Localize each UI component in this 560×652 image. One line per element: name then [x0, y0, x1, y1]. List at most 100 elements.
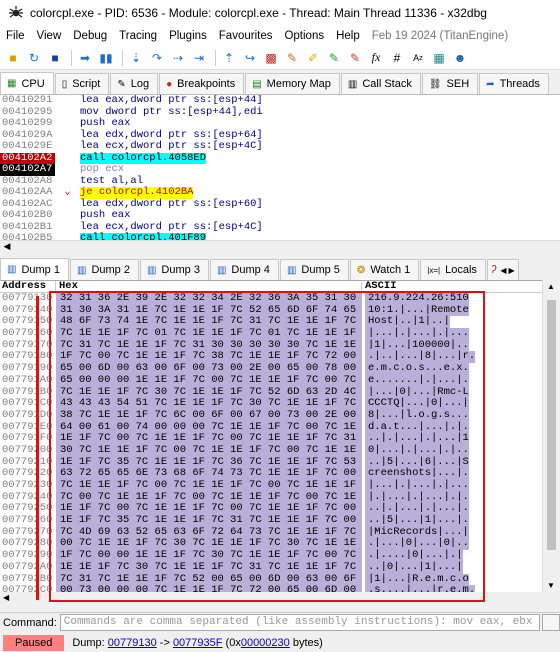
settings-icon[interactable]: ☻	[451, 49, 469, 67]
dump-vertical-scrollbar[interactable]: ▲ ▼	[542, 280, 560, 592]
scylla-icon[interactable]: ▩	[262, 49, 280, 67]
dump-row[interactable]: 00779230 7C 1E 1E 1F 7C 00 7C 1E 1E 1F 7C…	[0, 479, 542, 492]
tab-scroll-arrows[interactable]: ʔ ◀ ▶	[486, 259, 519, 280]
tab-memory-map[interactable]: ▤ Memory Map	[245, 73, 340, 94]
status-bar: Paused Dump: 00779130 -> 0077935F (0x000…	[0, 634, 560, 652]
tab-call-stack[interactable]: ▥ Call Stack	[340, 73, 421, 94]
disasm-row[interactable]: 0041029E lea ecx,dword ptr ss:[esp+4C]	[0, 140, 560, 153]
locals-icon: |x=|	[427, 265, 441, 275]
trace-over-icon[interactable]: ⇥	[190, 49, 208, 67]
dump-tab-bar: ▥ Dump 1 ▥ Dump 2 ▥ Dump 3 ▥ Dump 4 ▥ Dump 5 …	[0, 258, 560, 280]
dump-row[interactable]: 007791D0 38 7C 1E 1E 1F 7C 6C 00 6F 00 67…	[0, 409, 542, 422]
scroll-left-icon[interactable]: ◀	[0, 241, 14, 252]
tab-script[interactable]: ▯ Script	[54, 73, 110, 94]
open-icon[interactable]: ■	[4, 49, 22, 67]
tab-breakpoints[interactable]: ● Breakpoints	[159, 73, 245, 94]
execute-till-return-icon[interactable]: ⇡	[220, 49, 238, 67]
trace-into-icon[interactable]: ⇢	[169, 49, 187, 67]
dump-row[interactable]: 00779160 7C 1E 1E 1F 7C 01 7C 1E 1E 1F 7C…	[0, 327, 542, 340]
toolbar-divider	[215, 49, 216, 66]
menu-file[interactable]: File	[6, 30, 25, 42]
toolbar-divider	[71, 49, 72, 66]
dump-start-address-link[interactable]: 00779130	[108, 637, 157, 649]
patch-icon[interactable]: ✎	[283, 49, 301, 67]
pause-icon[interactable]: ▮▮	[97, 49, 115, 67]
scroll-down-icon[interactable]: ▼	[547, 581, 555, 590]
tab-log[interactable]: ✎ Log	[110, 73, 159, 94]
tab-label: Dump 3	[161, 264, 200, 276]
dump-hex-bytes: 7C 1E 1E 1F 7C 00 7C 1E 1E 1F 7C 00 7C 1…	[56, 479, 362, 492]
step-into-icon[interactable]: ⇣	[127, 49, 145, 67]
dump-horizontal-scrollbar[interactable]: ◀	[0, 592, 560, 604]
command-type-dropdown[interactable]	[542, 614, 560, 631]
address-column-header[interactable]: Address	[0, 281, 56, 292]
tab-seh[interactable]: ⛓ SEH	[421, 73, 479, 94]
restart-icon[interactable]: ↻	[25, 49, 43, 67]
dump-ascii: |...|.|...|.|...	[365, 327, 469, 340]
tab-dump-3[interactable]: ▥ Dump 3	[139, 259, 209, 280]
disasm-row[interactable]: 004102AA ⌄ je colorcpl.4102BA	[0, 186, 560, 199]
tab-label: Call Stack	[362, 78, 412, 90]
dump-row[interactable]: 00779200 30 7C 1E 1E 1F 7C 00 7C 1E 1E 1F…	[0, 444, 542, 457]
annotation-marker	[36, 296, 39, 600]
disasm-row[interactable]: 00410291 lea eax,dword ptr ss:[esp+44]	[0, 95, 560, 107]
menu-options[interactable]: Options	[284, 30, 324, 42]
tab-scroll-right-icon[interactable]: ▶	[509, 266, 515, 275]
tab-cpu[interactable]: ▦ CPU	[0, 72, 54, 94]
menu-favourites[interactable]: Favourites	[219, 30, 273, 42]
comments-icon[interactable]: ✐	[304, 49, 322, 67]
tab-dump-1[interactable]: ▥ Dump 1	[0, 258, 69, 280]
tab-dump-5[interactable]: ▥ Dump 5	[279, 259, 349, 280]
tab-watch-1[interactable]: ❂ Watch 1	[349, 259, 420, 280]
tab-scroll-left-icon[interactable]: ◀	[500, 266, 506, 275]
dump-row[interactable]: 007792A0 1E 1E 1F 7C 30 7C 1E 1E 1F 7C 31…	[0, 561, 542, 574]
labels-icon[interactable]: ✎	[325, 49, 343, 67]
ascii-column-header[interactable]: ASCII	[362, 281, 397, 292]
hash-icon[interactable]: #	[388, 49, 406, 67]
step-over-icon[interactable]: ↷	[148, 49, 166, 67]
command-input[interactable]: Commands are comma separated (like assem…	[59, 614, 540, 631]
menu-bar: File View Debug Tracing Plugins Favourit…	[0, 26, 560, 46]
dump-row[interactable]: 007791A0 65 00 00 00 1E 1E 1F 7C 00 7C 1E…	[0, 374, 542, 387]
status-size-prefix: (0x	[222, 637, 241, 649]
scroll-up-icon[interactable]: ▲	[547, 282, 555, 291]
memory-map-icon: ▤	[252, 78, 262, 90]
menu-plugins[interactable]: Plugins	[169, 30, 207, 42]
tab-label: Dump 1	[21, 263, 60, 276]
disasm-instruction: push eax	[80, 117, 131, 129]
font-size-icon[interactable]: Az	[409, 49, 427, 67]
tab-dump-4[interactable]: ▥ Dump 4	[209, 259, 279, 280]
disassembly-view[interactable]: 00410291 lea eax,dword ptr ss:[esp+44] 004…	[0, 94, 560, 240]
dump-row[interactable]: 00779130 32 31 36 2E 39 2E 32 32 34 2E 32…	[0, 292, 542, 305]
disassembly-horizontal-scrollbar[interactable]: ◀	[0, 240, 560, 252]
disasm-address: 004102A7	[0, 163, 55, 176]
hex-column-header[interactable]: Hex	[56, 281, 362, 292]
disasm-row[interactable]: 004102A7 pop ecx	[0, 163, 560, 176]
disasm-row[interactable]: 004102B0 push eax	[0, 209, 560, 222]
disasm-row[interactable]: 004102B5 call colorcpl.401F89	[0, 232, 560, 240]
scrollbar-thumb[interactable]	[547, 300, 556, 550]
dump-size-link[interactable]: 00000230	[241, 637, 290, 649]
menu-help[interactable]: Help	[336, 30, 360, 42]
dump-end-address-link[interactable]: 0077935F	[173, 637, 223, 649]
tab-locals[interactable]: |x=| Locals	[420, 259, 486, 280]
run-icon[interactable]: ➡	[76, 49, 94, 67]
x32dbg-bug-icon	[8, 5, 24, 21]
run-to-user-code-icon[interactable]: ↪	[241, 49, 259, 67]
main-tab-bar: ▦ CPU ▯ Script ✎ Log ● Breakpoints ▤ Memory M…	[0, 72, 560, 94]
dump-row[interactable]: 00779260 1E 1F 7C 35 7C 1E 1E 1F 7C 31 7C…	[0, 514, 542, 527]
tab-threads[interactable]: ➦ Threads	[479, 73, 549, 94]
menu-debug[interactable]: Debug	[73, 30, 107, 42]
tab-dump-2[interactable]: ▥ Dump 2	[69, 259, 139, 280]
disasm-instruction: je colorcpl.4102BA	[80, 186, 194, 199]
scroll-left-icon[interactable]: ◀	[3, 593, 9, 602]
bookmarks-icon[interactable]: ✎	[346, 49, 364, 67]
disasm-row[interactable]: 00410299 push eax	[0, 117, 560, 130]
hex-dump-view[interactable]: Address Hex ASCII 00779130 32 31 36 2E 39…	[0, 280, 542, 592]
close-icon[interactable]: ■	[46, 49, 64, 67]
menu-tracing[interactable]: Tracing	[119, 30, 157, 42]
menu-view[interactable]: View	[37, 30, 62, 42]
calculator-icon[interactable]: ▦	[430, 49, 448, 67]
functions-icon[interactable]: fx	[367, 49, 385, 67]
dump-row[interactable]: 007792C0 00 73 00 00 00 7C 1E 1E 1F 7C 72…	[0, 584, 542, 592]
